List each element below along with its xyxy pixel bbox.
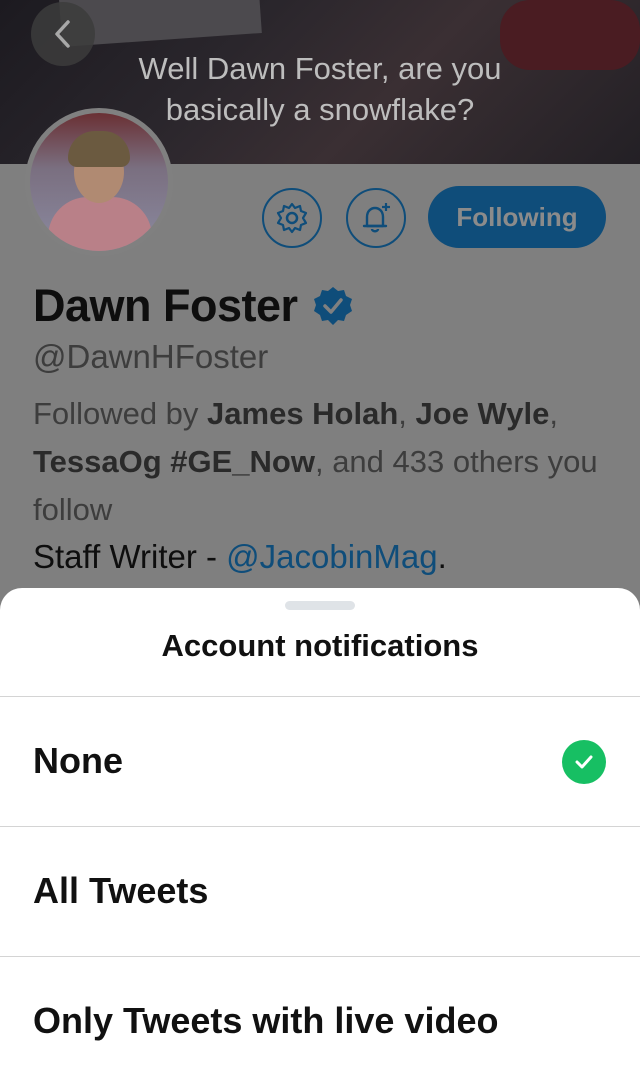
sheet-grabber[interactable]	[285, 601, 355, 610]
profile-name-row: Dawn Foster	[33, 280, 354, 332]
option-label: Only Tweets with live video	[33, 1000, 499, 1041]
selected-check	[562, 740, 606, 784]
option-label: All Tweets	[33, 870, 209, 911]
option-all-tweets[interactable]: All Tweets	[0, 826, 640, 956]
followed-by-text: Followed by James Holah, Joe Wyle, Tessa…	[33, 396, 598, 527]
bell-plus-icon	[362, 203, 390, 233]
follower-link[interactable]: Joe Wyle	[416, 396, 550, 431]
avatar[interactable]	[25, 108, 173, 256]
option-label: None	[33, 740, 123, 781]
banner-line-1: Well Dawn Foster, are you	[138, 51, 502, 86]
gear-icon	[276, 202, 308, 234]
account-notifications-sheet: Account notifications None All Tweets On…	[0, 588, 640, 1086]
verified-icon	[313, 287, 352, 325]
following-button[interactable]: Following	[428, 186, 606, 248]
profile-handle: @DawnHFoster	[33, 338, 269, 375]
notifications-button[interactable]	[346, 188, 406, 248]
bio-mention-link[interactable]: @JacobinMag	[226, 538, 437, 575]
back-icon	[55, 20, 70, 48]
checkmark-icon	[575, 755, 593, 769]
option-none[interactable]: None	[0, 696, 640, 826]
follower-link[interactable]: TessaOg #GE_Now	[33, 444, 315, 479]
profile-bio: Staff Writer - @JacobinMag.	[33, 538, 447, 575]
settings-button[interactable]	[262, 188, 322, 248]
back-button[interactable]	[31, 2, 95, 66]
follower-link[interactable]: James Holah	[207, 396, 398, 431]
profile-name: Dawn Foster	[33, 280, 298, 331]
option-live-video[interactable]: Only Tweets with live video	[0, 956, 640, 1086]
sheet-title: Account notifications	[161, 628, 479, 663]
